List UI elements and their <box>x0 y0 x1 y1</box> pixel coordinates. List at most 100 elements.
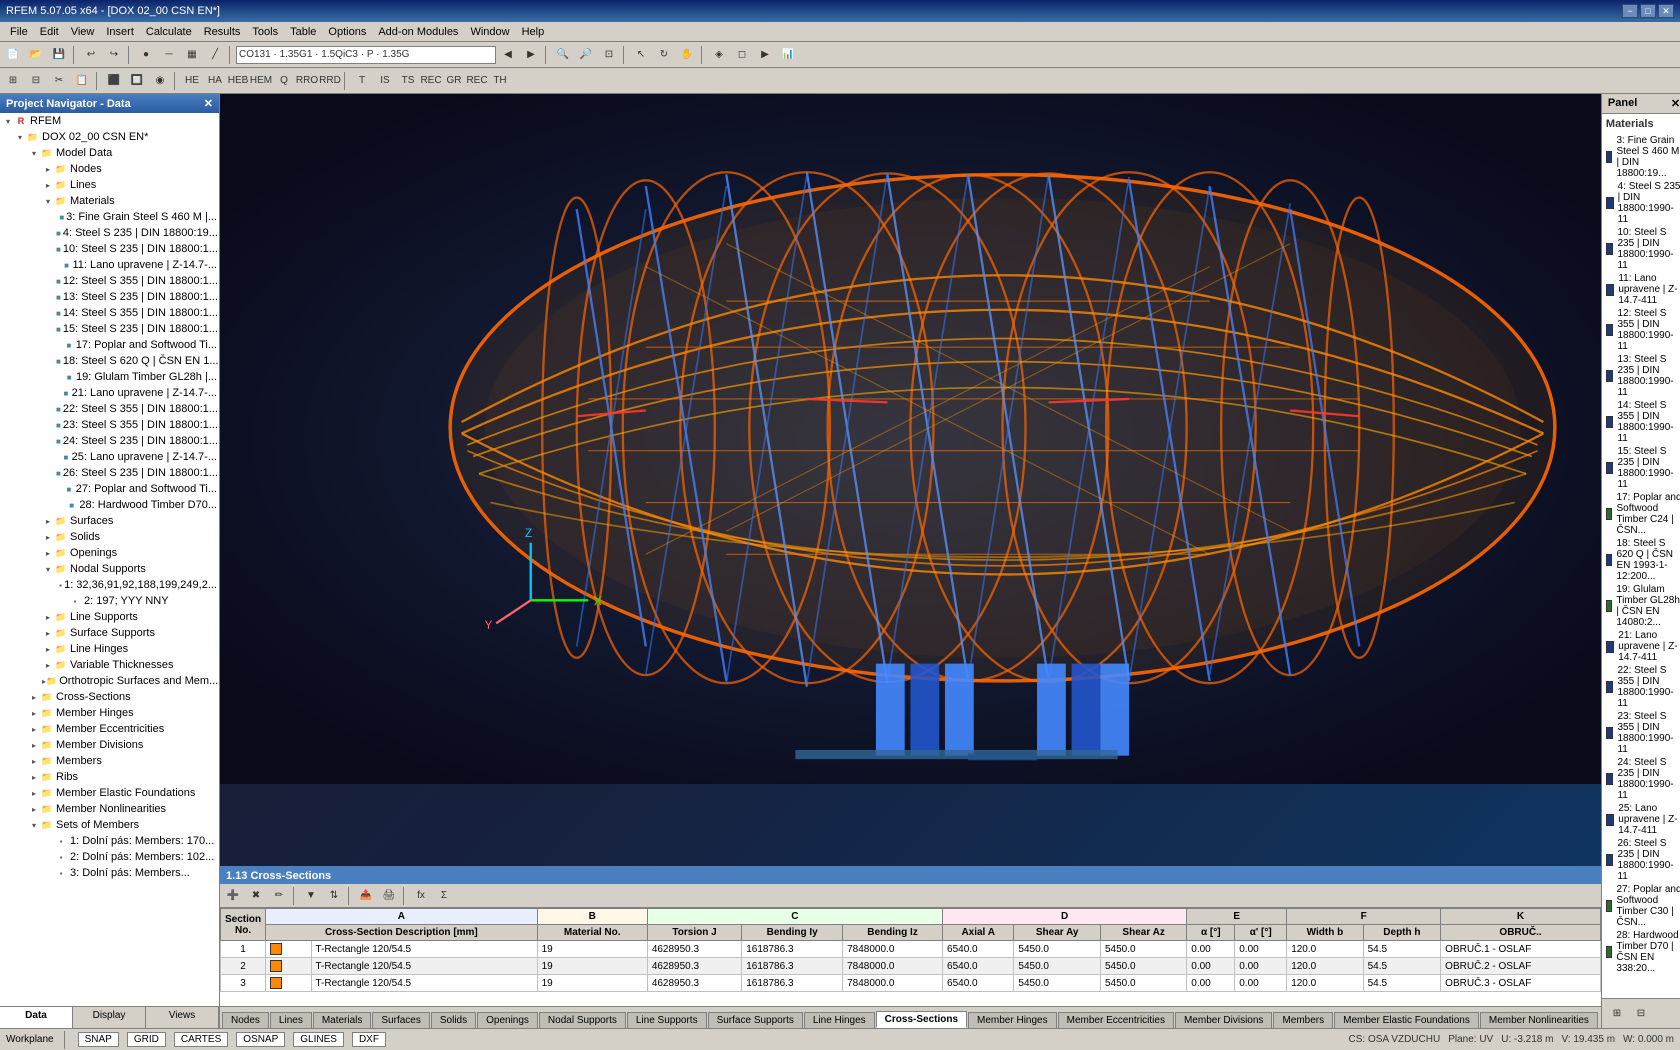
t2-btn3[interactable]: ✂ <box>48 70 70 92</box>
table-row-1[interactable]: 2 T-Rectangle 120/54.5 19 4628950.3 1618… <box>221 958 1601 975</box>
t2-btn6[interactable]: 🔲 <box>126 70 148 92</box>
bottom-tab-member-eccentricities[interactable]: Member Eccentricities <box>1058 1012 1174 1028</box>
fit-btn[interactable]: ⊡ <box>598 44 620 66</box>
tree-item-30[interactable]: ▪2: 197; YYY NNY <box>0 593 219 609</box>
tree-item-36[interactable]: ▸📁Cross-Sections <box>0 689 219 705</box>
bottom-tab-openings[interactable]: Openings <box>477 1012 538 1028</box>
tree-item-24[interactable]: ■28: Hardwood Timber D70... <box>0 497 219 513</box>
table-print-btn[interactable]: 🖨 <box>378 885 400 907</box>
tree-item-21[interactable]: ■25: Lano upravene | Z-14.7-... <box>0 449 219 465</box>
t2-btn20[interactable]: REC <box>466 70 488 92</box>
panel-close-btn[interactable]: ✕ <box>1671 97 1680 110</box>
tree-item-13[interactable]: ■15: Steel S 235 | DIN 18800:1... <box>0 321 219 337</box>
menu-item-results[interactable]: Results <box>198 24 247 40</box>
menu-item-tools[interactable]: Tools <box>246 24 284 40</box>
table-del-btn[interactable]: ✖ <box>245 885 267 907</box>
glines-btn[interactable]: GLINES <box>293 1032 344 1047</box>
bottom-tab-lines[interactable]: Lines <box>270 1012 312 1028</box>
bottom-tab-nodes[interactable]: Nodes <box>222 1012 269 1028</box>
tree-item-1[interactable]: ▾📁DOX 02_00 CSN EN* <box>0 129 219 145</box>
data-table[interactable]: SectionNo. A B C D E F K Cross-Section D… <box>220 908 1601 1006</box>
result-btn[interactable]: 📊 <box>777 44 799 66</box>
menu-item-insert[interactable]: Insert <box>100 24 140 40</box>
tree-item-3[interactable]: ▸📁Nodes <box>0 161 219 177</box>
table-row-2[interactable]: 3 T-Rectangle 120/54.5 19 4628950.3 1618… <box>221 975 1601 992</box>
tree-item-43[interactable]: ▸📁Member Nonlinearities <box>0 801 219 817</box>
tree-item-22[interactable]: ■26: Steel S 235 | DIN 18800:1... <box>0 465 219 481</box>
panel-collapse-btn[interactable]: ⊟ <box>1630 1003 1652 1025</box>
menu-item-file[interactable]: File <box>4 24 34 40</box>
viewport-3d[interactable]: X Z Y <box>220 94 1601 866</box>
tree-item-47[interactable]: ▪3: Dolní pás: Members... <box>0 865 219 881</box>
tree-item-31[interactable]: ▸📁Line Supports <box>0 609 219 625</box>
tree-item-33[interactable]: ▸📁Line Hinges <box>0 641 219 657</box>
menu-item-help[interactable]: Help <box>516 24 551 40</box>
table-fx-btn[interactable]: fx <box>410 885 432 907</box>
wire-btn[interactable]: ◻ <box>731 44 753 66</box>
tree-item-38[interactable]: ▸📁Member Eccentricities <box>0 721 219 737</box>
t2-btn7[interactable]: ◉ <box>149 70 171 92</box>
tree-item-16[interactable]: ■19: Glulam Timber GL28h |... <box>0 369 219 385</box>
prev-load-btn[interactable]: ◀ <box>497 44 519 66</box>
zoom-out-btn[interactable]: 🔎 <box>575 44 597 66</box>
panel-expand-btn[interactable]: ⊞ <box>1606 1003 1628 1025</box>
tree-item-39[interactable]: ▸📁Member Divisions <box>0 737 219 753</box>
new-btn[interactable]: 📄 <box>2 44 24 66</box>
tree-item-15[interactable]: ■18: Steel S 620 Q | ČSN EN 1... <box>0 353 219 369</box>
tree-item-34[interactable]: ▸📁Variable Thicknesses <box>0 657 219 673</box>
tree-item-18[interactable]: ■22: Steel S 355 | DIN 18800:1... <box>0 401 219 417</box>
load-combo-input[interactable] <box>236 46 496 64</box>
bottom-tab-nodal-supports[interactable]: Nodal Supports <box>539 1012 626 1028</box>
tree-item-0[interactable]: ▾RRFEM <box>0 113 219 129</box>
close-btn[interactable]: ✕ <box>1658 4 1674 18</box>
t2-btn8[interactable]: HE <box>181 70 203 92</box>
tree-item-45[interactable]: ▪1: Dolní pás: Members: 170... <box>0 833 219 849</box>
nav-tab-data[interactable]: Data <box>0 1007 73 1028</box>
t2-btn18[interactable]: REC <box>420 70 442 92</box>
tree-item-23[interactable]: ■27: Poplar and Softwood Ti... <box>0 481 219 497</box>
tree-item-8[interactable]: ■10: Steel S 235 | DIN 18800:1... <box>0 241 219 257</box>
open-btn[interactable]: 📂 <box>25 44 47 66</box>
tree-item-26[interactable]: ▸📁Solids <box>0 529 219 545</box>
bottom-tab-cross-sections[interactable]: Cross-Sections <box>876 1011 967 1028</box>
bottom-tab-member-hinges[interactable]: Member Hinges <box>968 1012 1057 1028</box>
tree-item-28[interactable]: ▾📁Nodal Supports <box>0 561 219 577</box>
nav-tab-display[interactable]: Display <box>73 1007 146 1028</box>
bottom-tab-member-nonlinearities[interactable]: Member Nonlinearities <box>1480 1012 1598 1028</box>
maximize-btn[interactable]: □ <box>1640 4 1656 18</box>
bottom-tab-line-supports[interactable]: Line Supports <box>627 1012 707 1028</box>
bottom-tab-surfaces[interactable]: Surfaces <box>372 1012 429 1028</box>
select-btn[interactable]: ↖ <box>630 44 652 66</box>
bottom-tab-member-divisions[interactable]: Member Divisions <box>1175 1012 1272 1028</box>
next-load-btn[interactable]: ▶ <box>520 44 542 66</box>
menu-item-add-on modules[interactable]: Add-on Modules <box>372 24 464 40</box>
t2-btn19[interactable]: GR <box>443 70 465 92</box>
osnap-btn[interactable]: OSNAP <box>236 1032 285 1047</box>
node-btn[interactable]: ● <box>135 44 157 66</box>
t2-btn14[interactable]: RRD <box>319 70 341 92</box>
tree-item-40[interactable]: ▸📁Members <box>0 753 219 769</box>
nav-tree[interactable]: ▾RRFEM▾📁DOX 02_00 CSN EN*▾📁Model Data▸📁N… <box>0 113 219 1006</box>
table-add-btn[interactable]: ➕ <box>222 885 244 907</box>
redo-btn[interactable]: ↪ <box>103 44 125 66</box>
surface-btn[interactable]: ▦ <box>181 44 203 66</box>
pan-btn[interactable]: ✋ <box>676 44 698 66</box>
dxf-btn[interactable]: DXF <box>352 1032 386 1047</box>
tree-item-37[interactable]: ▸📁Member Hinges <box>0 705 219 721</box>
tree-item-14[interactable]: ■17: Poplar and Softwood Ti... <box>0 337 219 353</box>
table-sort-btn[interactable]: ⇅ <box>323 885 345 907</box>
save-btn[interactable]: 💾 <box>48 44 70 66</box>
nav-close-btn[interactable]: ✕ <box>204 97 213 110</box>
table-edit-btn[interactable]: ✏ <box>268 885 290 907</box>
t2-btn2[interactable]: ⊟ <box>25 70 47 92</box>
tree-item-35[interactable]: ▸📁Orthotropic Surfaces and Mem... <box>0 673 219 689</box>
table-sigma-btn[interactable]: Σ <box>433 885 455 907</box>
menu-item-calculate[interactable]: Calculate <box>140 24 198 40</box>
tree-item-7[interactable]: ■4: Steel S 235 | DIN 18800:19... <box>0 225 219 241</box>
cartes-btn[interactable]: CARTES <box>174 1032 228 1047</box>
nav-tab-views[interactable]: Views <box>146 1007 219 1028</box>
t2-btn13[interactable]: RRO <box>296 70 318 92</box>
bottom-tab-materials[interactable]: Materials <box>313 1012 372 1028</box>
bottom-tab-surface-supports[interactable]: Surface Supports <box>708 1012 803 1028</box>
tree-item-42[interactable]: ▸📁Member Elastic Foundations <box>0 785 219 801</box>
